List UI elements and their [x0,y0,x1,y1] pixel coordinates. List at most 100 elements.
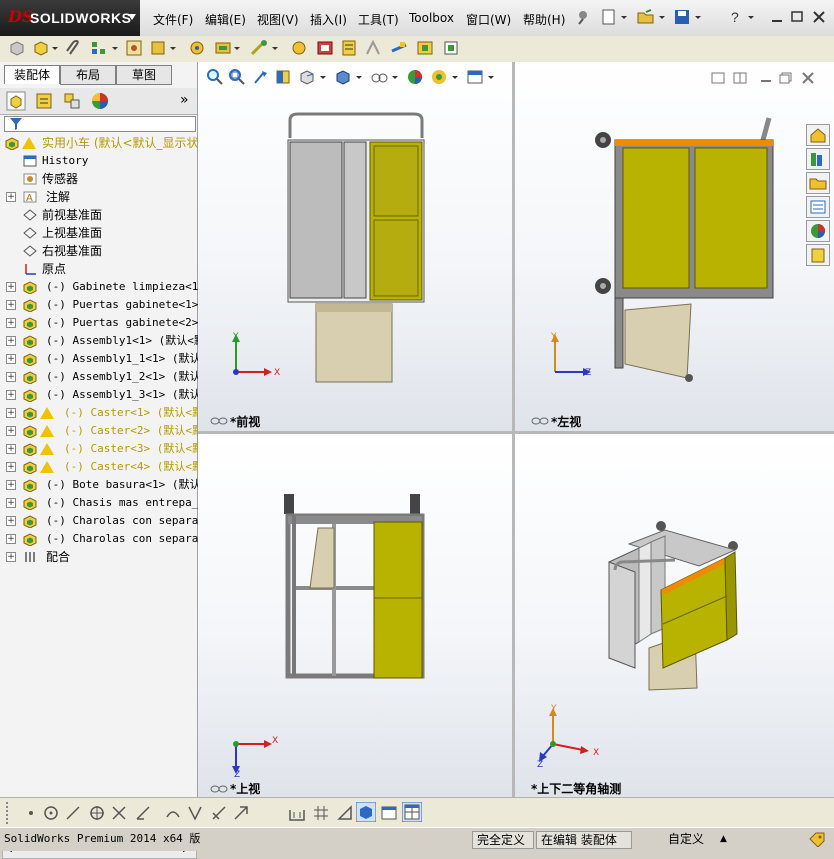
expand-toggle-icon[interactable]: + [6,408,16,418]
expand-toggle-icon[interactable]: + [6,444,16,454]
view-palette-tab[interactable] [806,196,830,218]
viewport-tile-icon[interactable] [711,72,725,84]
apply-scene-icon[interactable] [430,68,448,86]
dropdown-arrow-icon[interactable] [170,39,176,57]
relation-icon[interactable] [336,804,354,822]
viewport-splitter-horizontal[interactable] [198,431,834,434]
expand-toggle-icon[interactable]: + [6,318,16,328]
expand-toggle-icon[interactable]: + [6,192,16,202]
section-view-icon[interactable] [274,68,292,86]
zoom-to-area-icon[interactable] [228,68,246,86]
point-icon[interactable] [22,804,40,822]
units-dropdown-icon[interactable]: ▲ [720,831,727,847]
tree-item[interactable]: History [0,152,197,170]
bill-of-materials-icon[interactable] [340,39,358,57]
smart-fasteners-icon[interactable] [149,39,167,57]
tree-item[interactable]: + (-) Bote basura<1> (默认< [0,476,207,494]
file-explorer-tab[interactable] [806,172,830,194]
viewport-top[interactable]: X Z *上视 [198,434,512,797]
viewport-minimize-icon[interactable] [759,72,773,84]
tree-item[interactable]: + (-) Caster<1> (默认<默认 [0,404,214,422]
dropdown-arrow-icon[interactable] [392,68,398,86]
menu-view[interactable]: 视图(V) [257,11,299,28]
dropdown-arrow-icon[interactable] [112,39,118,57]
menu-help[interactable]: 帮助(H) [523,11,565,28]
appearances-tab[interactable] [806,220,830,242]
dropdown-arrow-icon[interactable] [488,68,494,86]
dropdown-arrow-icon[interactable] [747,9,755,25]
interference-detection-icon[interactable] [416,39,434,57]
tree-filter-input[interactable] [4,116,196,132]
expand-toggle-icon[interactable]: + [6,390,16,400]
tree-item[interactable]: + (-) Assembly1_2<1> (默认< [0,368,207,386]
display-style-icon[interactable] [334,68,352,86]
expand-toggle-icon[interactable]: + [6,534,16,544]
viewport-splitter-vertical[interactable] [512,62,515,797]
fillet-icon[interactable] [210,804,228,822]
polygon-icon[interactable] [88,804,106,822]
new-motion-study-icon[interactable] [316,39,334,57]
trim-icon[interactable] [110,804,128,822]
view-settings-icon[interactable] [466,68,484,86]
custom-properties-tab[interactable] [806,244,830,266]
new-part-icon[interactable] [32,39,50,57]
tree-item[interactable]: + (-) Caster<2> (默认<默认 [0,422,214,440]
view-orientation-icon[interactable] [298,68,316,86]
circle-icon[interactable] [42,804,60,822]
tab-layout[interactable]: 布局 [60,65,116,85]
new-document-icon[interactable] [600,9,618,25]
dropdown-arrow-icon[interactable] [52,39,58,57]
tree-item[interactable]: + (-) Charolas con separador [0,512,218,530]
tree-item[interactable]: 传感器 [0,170,197,188]
exploded-view-icon[interactable] [364,39,382,57]
tree-item[interactable]: + 配合 [0,548,197,566]
tree-item[interactable]: + (-) Assembly1<1> (默认<默 [0,332,205,350]
tree-item[interactable]: + (-) Chasis mas entrepa_S_c [0,494,218,512]
component-pattern-icon[interactable] [125,39,143,57]
pin-icon[interactable] [574,9,592,25]
expand-panel-icon[interactable]: » [180,92,189,108]
shaded-display-icon[interactable] [356,802,376,822]
menu-edit[interactable]: 编辑(E) [205,11,246,28]
viewport-close-icon[interactable] [801,72,815,84]
menu-window[interactable]: 窗口(W) [466,11,511,28]
viewport-left[interactable]: Y Z *左视 [515,62,834,431]
previous-view-icon[interactable] [252,68,270,86]
expand-toggle-icon[interactable]: + [6,480,16,490]
restore-icon[interactable] [788,9,806,25]
tree-item[interactable]: + (-) Gabinete limpieza<1> [0,278,205,296]
menu-insert[interactable]: 插入(I) [310,11,347,28]
mirror-icon[interactable] [186,804,204,822]
expand-toggle-icon[interactable]: + [6,336,16,346]
tag-icon[interactable] [808,831,826,847]
explode-line-sketch-icon[interactable] [390,39,408,57]
tree-item[interactable]: 前视基准面 [0,206,197,224]
four-view-icon[interactable] [402,802,422,822]
logo-arrow-icon[interactable] [128,14,136,20]
menu-toolbox[interactable]: Toolbox [409,11,454,25]
viewport-restore-icon[interactable] [779,72,793,84]
open-folder-icon[interactable] [637,9,655,25]
edit-appearance-icon[interactable] [406,68,424,86]
offset-icon[interactable] [164,804,182,822]
dropdown-arrow-icon[interactable] [356,68,362,86]
expand-toggle-icon[interactable]: + [6,372,16,382]
dropdown-arrow-icon[interactable] [234,39,240,57]
dropdown-arrow-icon[interactable] [658,9,666,25]
tree-item[interactable]: + (-) Caster<4> (默认<默认 [0,458,214,476]
expand-toggle-icon[interactable]: + [6,354,16,364]
tree-item[interactable]: 上视基准面 [0,224,197,242]
minimize-icon[interactable] [768,9,786,25]
viewport-front[interactable]: Y X *前视 [198,62,512,431]
save-icon[interactable] [673,9,691,25]
mate-icon[interactable] [90,39,108,57]
tree-item[interactable]: + (-) Caster<3> (默认<默认 [0,440,214,458]
chamfer-icon[interactable] [232,804,250,822]
expand-toggle-icon[interactable]: + [6,300,16,310]
tree-item[interactable]: + A 注解 [0,188,197,206]
expand-toggle-icon[interactable]: + [6,426,16,436]
tab-sketch[interactable]: 草图 [116,65,172,85]
dimension-icon[interactable] [288,804,306,822]
filter-icon[interactable] [9,117,23,131]
configuration-manager-tab-icon[interactable] [62,91,82,111]
